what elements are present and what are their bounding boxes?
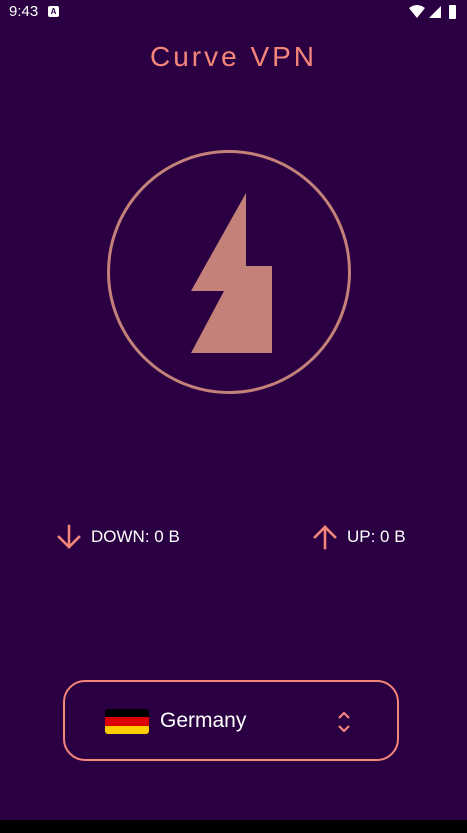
arrow-up-icon [313, 525, 337, 550]
unfold-icon [338, 711, 350, 733]
lightning-bolt-icon [191, 193, 272, 353]
upload-stat: UP: 0 B [311, 523, 406, 551]
connect-button[interactable] [107, 150, 351, 394]
a-icon: A [48, 6, 59, 17]
app-title: Curve VPN [149, 41, 318, 72]
wifi-icon [409, 5, 425, 18]
status-bar: 9:43 A [0, 0, 467, 26]
download-label: DOWN: 0 B [91, 527, 180, 546]
system-nav-bar [0, 820, 467, 833]
signal-icon [429, 6, 441, 18]
country-selector[interactable]: Germany [63, 680, 399, 761]
germany-flag-icon [105, 709, 149, 734]
status-time: 9:43 [9, 3, 39, 20]
battery-icon [449, 5, 456, 19]
country-name: Germany [160, 709, 247, 732]
vpn-main-screen: 9:43 A Curve VPN DOWN: 0 B UP: 0 B Germa… [0, 0, 467, 833]
upload-label: UP: 0 B [347, 527, 406, 546]
arrow-down-icon [57, 524, 81, 549]
download-stat: DOWN: 0 B [55, 523, 180, 551]
status-icons [409, 5, 456, 19]
